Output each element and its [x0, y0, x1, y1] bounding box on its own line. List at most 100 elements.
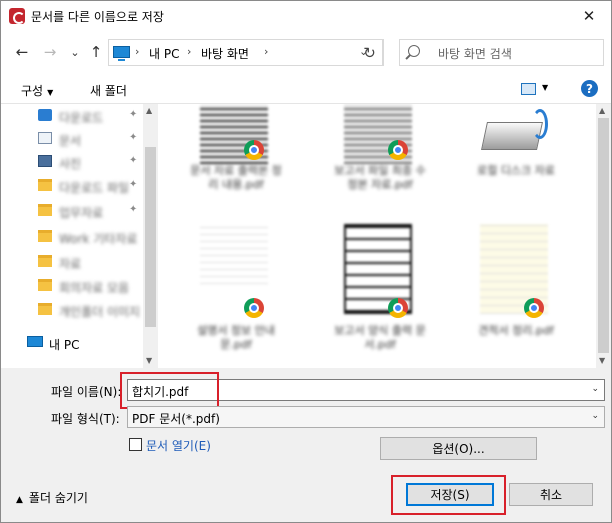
sync-arrow-icon	[532, 109, 548, 139]
back-arrow-icon[interactable]: ←	[11, 41, 33, 63]
chrome-icon	[524, 298, 544, 318]
chrome-icon	[244, 298, 264, 318]
up-arrow-icon[interactable]: ↑	[85, 41, 107, 63]
content-area: 다운로드 ✦ 문서 ✦ 사진 ✦ 다운로드 파일 ✦ 업무자료 ✦ Work 기…	[1, 103, 611, 369]
pin-icon: ✦	[129, 109, 138, 120]
search-icon	[408, 45, 420, 57]
filetype-select[interactable]: PDF 문서(*.pdf) ⌄	[127, 406, 605, 428]
sidebar-item-label: 업무자료	[59, 206, 104, 220]
document-icon	[38, 132, 52, 144]
sidebar-item-label: 내 PC	[49, 338, 80, 352]
app-logo-icon	[9, 8, 25, 24]
breadcrumb-separator-icon[interactable]: ›	[135, 45, 139, 58]
chrome-icon	[388, 140, 408, 160]
save-highlight-box	[391, 475, 506, 515]
forward-arrow-icon[interactable]: →	[39, 41, 61, 63]
pin-icon: ✦	[129, 179, 138, 190]
new-folder-button[interactable]: 새 폴더	[90, 82, 127, 99]
pin-icon: ✦	[129, 204, 138, 215]
organize-label: 구성	[21, 84, 44, 98]
folder-icon	[38, 230, 52, 242]
file-list: 문서 자료 출력본 정리 내용.pdf 보고서 파일 최종 수정본 자료.pdf…	[158, 104, 596, 369]
chrome-icon	[244, 140, 264, 160]
save-as-dialog: 문서를 다른 이름으로 저장 ✕ ← → ⌄ ↑ › 내 PC › 바탕 화면 …	[0, 0, 612, 523]
sidebar-item-label: 다운로드 파일	[59, 181, 130, 195]
sidebar-item-folder[interactable]: 자료	[1, 252, 143, 272]
organize-menu-button[interactable]: 구성 ▼	[21, 82, 53, 99]
scroll-up-icon[interactable]: ▲	[599, 106, 605, 115]
open-document-label[interactable]: 문서 열기(E)	[146, 437, 211, 454]
chevron-down-icon[interactable]: ⌄	[591, 384, 599, 394]
breadcrumb-my-pc[interactable]: 내 PC	[149, 45, 179, 62]
command-toolbar: 구성 ▼ 새 폴더 ▼ ?	[1, 76, 611, 103]
options-button[interactable]: 옵션(O)...	[380, 437, 537, 460]
file-name: 견적서 정리.pdf	[478, 324, 554, 337]
file-name: 설명서 정보 안내문.pdf	[197, 324, 275, 351]
sidebar-item-label: Work 기타자료	[59, 232, 138, 246]
pc-icon	[113, 46, 130, 61]
recent-locations-chevron-icon[interactable]: ⌄	[64, 41, 86, 63]
navigation-bar: ← → ⌄ ↑ › 내 PC › 바탕 화면 › ⌄ ↻ 바탕 화면 검색	[1, 31, 611, 76]
close-button[interactable]: ✕	[567, 1, 611, 31]
sidebar-item-label: 회의자료 모음	[59, 281, 130, 295]
open-document-checkbox[interactable]	[129, 438, 142, 451]
sidebar-item-label: 개인폴더 이미지	[59, 305, 141, 319]
filetype-value: PDF 문서(*.pdf)	[132, 412, 220, 426]
picture-icon	[38, 155, 52, 167]
sidebar-item-folder[interactable]: 업무자료 ✦	[1, 201, 143, 221]
navigation-pane-scrollbar[interactable]: ▲ ▼	[143, 104, 158, 369]
sidebar-item-label: 사진	[59, 157, 82, 171]
navigation-pane: 다운로드 ✦ 문서 ✦ 사진 ✦ 다운로드 파일 ✦ 업무자료 ✦ Work 기…	[1, 104, 143, 369]
scroll-down-icon[interactable]: ▼	[146, 356, 152, 365]
scroll-up-icon[interactable]: ▲	[146, 106, 152, 115]
file-name: 보고서 양식 출력 문서.pdf	[334, 324, 426, 351]
file-name: 로컬 디스크 자료	[477, 164, 555, 177]
cancel-button[interactable]: 취소	[509, 483, 593, 506]
sidebar-item-label: 자료	[59, 257, 82, 271]
chrome-icon	[388, 298, 408, 318]
folder-icon	[38, 179, 52, 191]
hide-folders-toggle[interactable]: ▲ 폴더 숨기기	[16, 489, 88, 506]
address-bar[interactable]: › 내 PC › 바탕 화면 › ⌄	[108, 39, 383, 66]
title-bar: 문서를 다른 이름으로 저장 ✕	[1, 1, 611, 31]
breadcrumb-desktop[interactable]: 바탕 화면	[201, 45, 249, 62]
folder-icon	[38, 303, 52, 315]
filename-highlight-box	[120, 372, 219, 409]
sidebar-item-folder[interactable]: 다운로드 파일 ✦	[1, 176, 143, 196]
breadcrumb-separator-icon[interactable]: ›	[187, 45, 191, 58]
sidebar-item-downloads[interactable]: 다운로드 ✦	[1, 106, 143, 126]
scrollbar-thumb[interactable]	[145, 147, 156, 327]
pdf-thumbnail	[200, 224, 268, 284]
view-options-icon[interactable]	[521, 83, 536, 95]
breadcrumb-separator-icon[interactable]: ›	[264, 45, 268, 58]
scrollbar-thumb[interactable]	[598, 118, 609, 353]
folder-icon	[38, 255, 52, 267]
hide-folders-label: 폴더 숨기기	[28, 491, 88, 505]
folder-icon	[38, 279, 52, 291]
sidebar-item-documents[interactable]: 문서 ✦	[1, 129, 143, 149]
view-chevron-down-icon[interactable]: ▼	[542, 83, 548, 92]
filetype-label: 파일 형식(T):	[51, 412, 120, 426]
chevron-down-icon: ▼	[47, 88, 54, 97]
sidebar-item-label: 다운로드	[59, 111, 104, 125]
file-name: 보고서 파일 최종 수정본 자료.pdf	[334, 164, 426, 191]
sidebar-item-folder[interactable]: 개인폴더 이미지	[1, 300, 143, 320]
sidebar-item-folder[interactable]: 회의자료 모음	[1, 276, 143, 296]
chevron-up-icon: ▲	[16, 495, 23, 505]
chevron-down-icon[interactable]: ⌄	[591, 411, 599, 421]
search-box[interactable]: 바탕 화면 검색	[399, 39, 604, 66]
help-icon[interactable]: ?	[581, 80, 598, 97]
filename-label: 파일 이름(N):	[51, 385, 122, 399]
search-input[interactable]: 바탕 화면 검색	[438, 45, 512, 62]
scroll-down-icon[interactable]: ▼	[599, 356, 605, 365]
download-icon	[38, 109, 52, 121]
refresh-button[interactable]: ↻	[356, 39, 384, 66]
file-list-scrollbar[interactable]: ▲ ▼	[596, 104, 611, 369]
pc-icon	[27, 336, 43, 347]
sidebar-item-folder[interactable]: Work 기타자료	[1, 227, 143, 247]
pin-icon: ✦	[129, 155, 138, 166]
pin-icon: ✦	[129, 132, 138, 143]
sidebar-item-my-pc[interactable]: 내 PC	[1, 333, 143, 353]
file-name: 문서 자료 출력본 정리 내용.pdf	[190, 164, 282, 191]
sidebar-item-pictures[interactable]: 사진 ✦	[1, 152, 143, 172]
